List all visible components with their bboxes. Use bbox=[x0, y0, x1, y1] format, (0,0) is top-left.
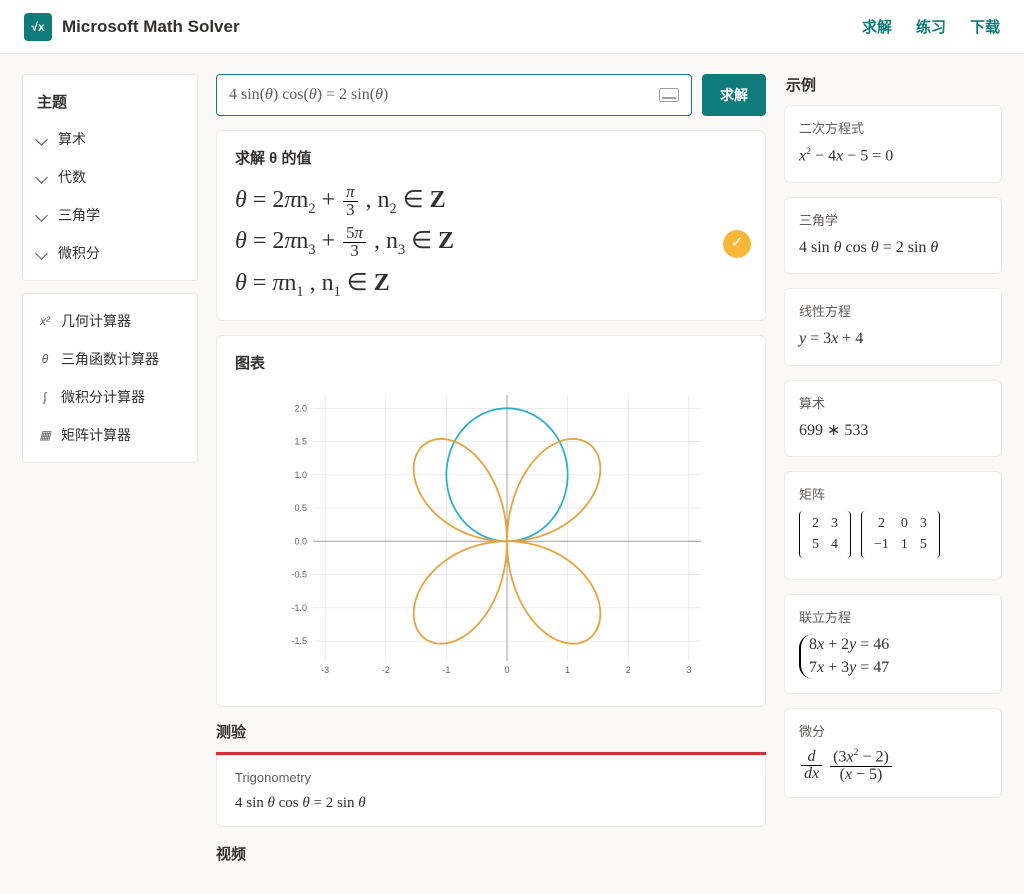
nav-practice[interactable]: 练习 bbox=[916, 16, 946, 37]
example-arithmetic[interactable]: 算术 699 ∗ 533 bbox=[784, 380, 1002, 457]
chevron-down-icon bbox=[35, 247, 48, 260]
sidebar-tool-matrix[interactable]: ▦矩阵计算器 bbox=[23, 416, 197, 454]
svg-text:1.0: 1.0 bbox=[294, 470, 307, 480]
sidebar-topics-title: 主题 bbox=[23, 83, 197, 120]
sidebar-tool-trigfn[interactable]: θ三角函数计算器 bbox=[23, 340, 197, 378]
svg-text:-1.5: -1.5 bbox=[291, 636, 307, 646]
solve-button[interactable]: 求解 bbox=[702, 74, 766, 116]
chevron-down-icon bbox=[35, 171, 48, 184]
svg-text:2: 2 bbox=[626, 665, 631, 675]
integral-icon: ∫ bbox=[37, 390, 53, 404]
svg-text:-0.5: -0.5 bbox=[291, 569, 307, 579]
equation-text: 4 sin(θ) cos(θ) = 2 sin(θ) bbox=[229, 86, 388, 104]
example-quadratic[interactable]: 二次方程式 x2 − 4x − 5 = 0 bbox=[784, 105, 1002, 183]
svg-text:0: 0 bbox=[504, 665, 509, 675]
sidebar: 主题 算术 代数 三角学 微积分 x²几何计算器 θ三角函数计算器 ∫微积分计算… bbox=[22, 74, 198, 874]
quiz-title: 测验 bbox=[216, 721, 766, 742]
quiz-category: Trigonometry bbox=[235, 770, 747, 785]
sidebar-tool-calculus[interactable]: ∫微积分计算器 bbox=[23, 378, 197, 416]
polar-chart: -1.5 -1.0 -0.5 0.0 0.5 1.0 1.5 2.0 -3 -2 -1 0 1 2 3 bbox=[235, 385, 747, 685]
sidebar-topic-calculus[interactable]: 微积分 bbox=[23, 234, 197, 272]
keyboard-icon[interactable] bbox=[659, 88, 679, 102]
equation-input[interactable]: 4 sin(θ) cos(θ) = 2 sin(θ) bbox=[216, 74, 692, 116]
svg-text:1.5: 1.5 bbox=[294, 436, 307, 446]
matrix-icon: ▦ bbox=[37, 428, 53, 442]
svg-text:-3: -3 bbox=[321, 665, 329, 675]
svg-text:-1: -1 bbox=[442, 665, 450, 675]
example-matrix[interactable]: 矩阵 2354 203−115 bbox=[784, 471, 1002, 581]
chevron-down-icon bbox=[35, 209, 48, 222]
chart-title: 图表 bbox=[235, 352, 747, 373]
solution-title: 求解 θ 的值 bbox=[235, 147, 747, 168]
sidebar-topic-algebra[interactable]: 代数 bbox=[23, 158, 197, 196]
svg-text:0.0: 0.0 bbox=[294, 536, 307, 546]
quiz-card[interactable]: Trigonometry 4 sin θ cos θ = 2 sin θ bbox=[216, 752, 766, 827]
top-nav: 求解 练习 下载 bbox=[862, 16, 1000, 37]
svg-text:3: 3 bbox=[686, 665, 691, 675]
geometry-icon: x² bbox=[37, 314, 53, 328]
sidebar-topic-arithmetic[interactable]: 算术 bbox=[23, 120, 197, 158]
brand-title: Microsoft Math Solver bbox=[62, 17, 240, 37]
svg-text:1: 1 bbox=[565, 665, 570, 675]
quiz-equation: 4 sin θ cos θ = 2 sin θ bbox=[235, 795, 747, 812]
header: √x Microsoft Math Solver 求解 练习 下载 bbox=[0, 0, 1024, 54]
sidebar-tool-geometry[interactable]: x²几何计算器 bbox=[23, 302, 197, 340]
examples-panel: 示例 二次方程式 x2 − 4x − 5 = 0 三角学 4 sin θ cos… bbox=[784, 74, 1002, 874]
sidebar-topic-trigonometry[interactable]: 三角学 bbox=[23, 196, 197, 234]
verified-badge-icon: ✓ bbox=[723, 230, 751, 258]
svg-text:2.0: 2.0 bbox=[294, 403, 307, 413]
example-trig[interactable]: 三角学 4 sin θ cos θ = 2 sin θ bbox=[784, 197, 1002, 274]
example-derivative[interactable]: 微分 ddx (3x2 − 2)(x − 5) bbox=[784, 708, 1002, 797]
nav-download[interactable]: 下载 bbox=[970, 16, 1000, 37]
chevron-down-icon bbox=[35, 133, 48, 146]
example-linear[interactable]: 线性方程 y = 3x + 4 bbox=[784, 288, 1002, 365]
logo-icon: √x bbox=[24, 13, 52, 41]
video-title: 视频 bbox=[216, 843, 766, 864]
examples-title: 示例 bbox=[784, 74, 1002, 95]
svg-text:-2: -2 bbox=[382, 665, 390, 675]
theta-icon: θ bbox=[37, 352, 53, 366]
chart-card: 图表 -1.5 -1.0 -0.5 0.0 0.5 1.0 1.5 2.0 -3 -2 -1 0 1 2 3 bbox=[216, 335, 766, 707]
svg-text:0.5: 0.5 bbox=[294, 503, 307, 513]
svg-text:-1.0: -1.0 bbox=[291, 603, 307, 613]
nav-solve[interactable]: 求解 bbox=[862, 16, 892, 37]
solution-equations: θ = 2πn2 + π3 , n2 ∈ Z θ = 2πn3 + 5π3 , … bbox=[235, 180, 747, 304]
example-system[interactable]: 联立方程 8x + 2y = 467x + 3y = 47 bbox=[784, 594, 1002, 694]
solution-card: 求解 θ 的值 θ = 2πn2 + π3 , n2 ∈ Z θ = 2πn3 … bbox=[216, 130, 766, 321]
